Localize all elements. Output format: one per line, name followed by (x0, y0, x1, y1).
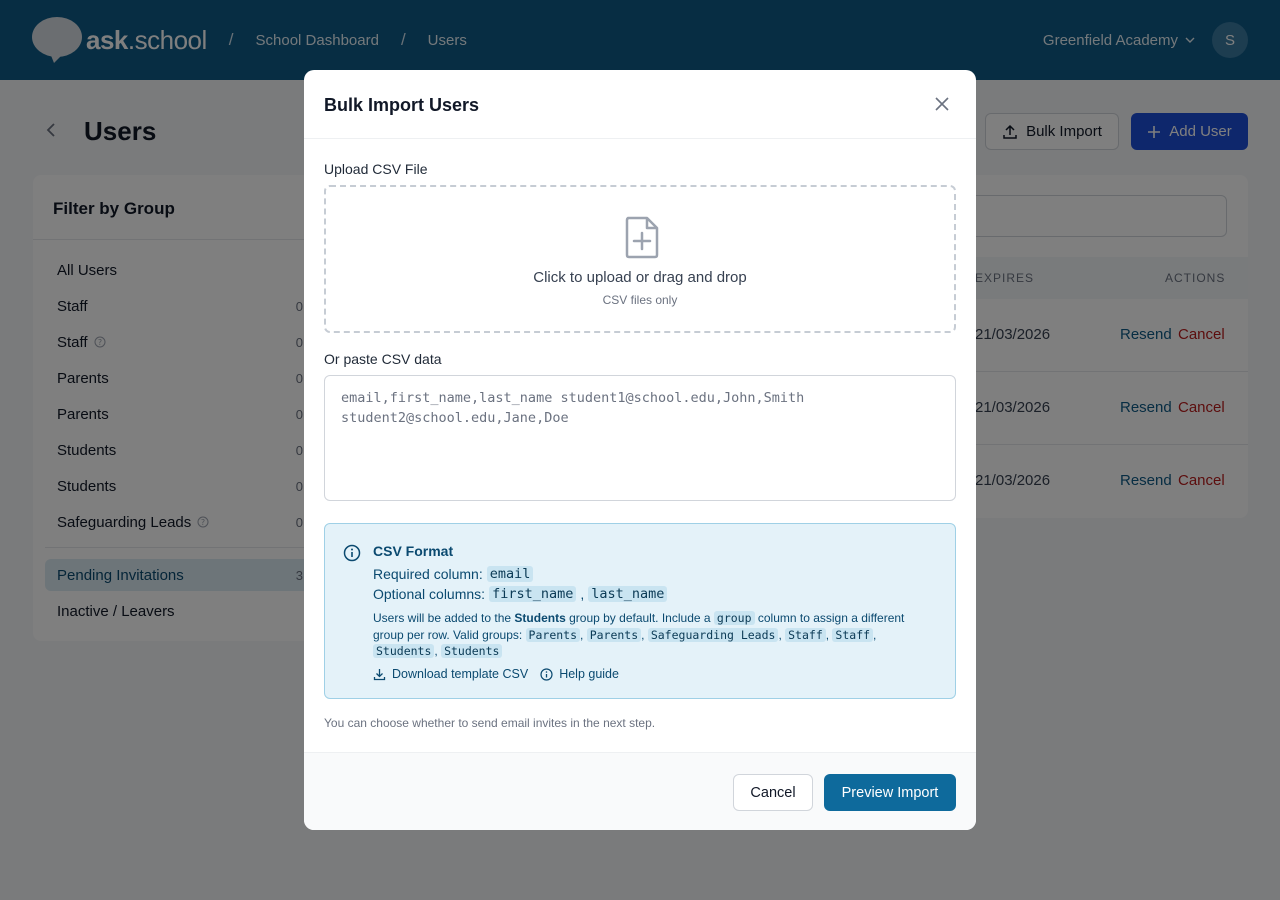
bulk-import-modal: Bulk Import Users Upload CSV File Click … (304, 70, 976, 830)
column-code: first_name (489, 586, 577, 602)
email-invites-note: You can choose whether to send email inv… (324, 716, 656, 730)
help-guide-link[interactable]: Help guide (540, 667, 619, 681)
paste-csv-label: Or paste CSV data (324, 351, 442, 367)
csv-format-description: Users will be added to the Students grou… (373, 611, 905, 658)
info-icon (343, 544, 361, 562)
modal-header: Bulk Import Users (304, 70, 976, 139)
csv-paste-textarea[interactable] (324, 375, 956, 501)
modal-footer: Cancel Preview Import (304, 752, 976, 830)
required-columns-line: Required column: email (373, 566, 534, 582)
cancel-button[interactable]: Cancel (733, 774, 813, 811)
csv-format-title: CSV Format (373, 543, 454, 559)
info-circle-icon (540, 667, 553, 681)
upload-csv-label: Upload CSV File (324, 161, 428, 177)
download-icon (373, 668, 386, 680)
csv-format-info-box: CSV Format Required column: email Option… (324, 523, 956, 699)
optional-columns-line: Optional columns: first_name, last_name (373, 586, 668, 602)
column-code: last_name (588, 586, 668, 602)
column-code: email (486, 566, 534, 582)
info-links: Download template CSV Help guide (373, 667, 619, 681)
file-plus-icon (625, 216, 659, 259)
dropzone-subtext: CSV files only (602, 293, 678, 307)
close-icon[interactable] (932, 94, 952, 114)
preview-import-button[interactable]: Preview Import (824, 774, 956, 811)
modal-title: Bulk Import Users (324, 95, 480, 115)
download-template-link[interactable]: Download template CSV (373, 667, 528, 681)
csv-dropzone[interactable]: Click to upload or drag and drop CSV fil… (324, 185, 956, 333)
dropzone-text: Click to upload or drag and drop (533, 269, 747, 286)
